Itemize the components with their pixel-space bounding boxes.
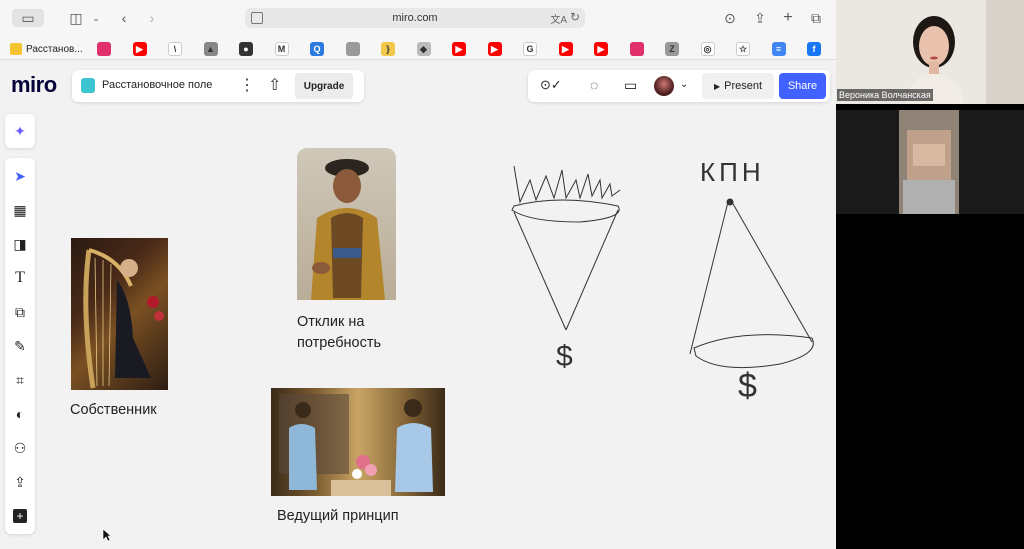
kpn-label[interactable]: КПН — [700, 159, 765, 185]
export-icon[interactable]: ⇧ — [268, 75, 281, 95]
present-button[interactable]: ▶ Present — [702, 73, 774, 99]
play-icon: ▶ — [713, 81, 721, 91]
dollar-right-label[interactable]: $ — [738, 369, 757, 403]
board-menu: Расстановочное поле ⋮ ⇧ Upgrade — [72, 70, 364, 102]
browser-titlebar: ▭ ◫ ⌄ ‹ › miro.com 文A ↻ ⊙ ⇪ + ⧉ — [0, 0, 836, 38]
youtube-icon[interactable]: ▶ — [132, 42, 147, 56]
address-bar[interactable]: miro.com 文A ↻ — [245, 8, 585, 28]
tool-sidebar: ➤ ▦ ◨ T ⧉ ✎ ⌗ ◐ ⚇ ⇪ + — [5, 158, 35, 534]
share-page-icon[interactable]: ⇪ — [752, 9, 768, 27]
more-options-icon[interactable]: ⋮ — [239, 75, 255, 95]
facebook-icon[interactable]: f — [807, 42, 821, 56]
text-icon[interactable]: T — [10, 268, 30, 288]
new-tab-icon[interactable]: + — [780, 9, 796, 27]
pen-icon[interactable]: ✎ — [10, 336, 30, 356]
chevron-down-icon[interactable]: ⌄ — [680, 79, 688, 90]
tab-overview-icon[interactable]: ▭ — [12, 9, 44, 27]
shapes-icon[interactable]: ⧉ — [10, 302, 30, 322]
palette-icon[interactable]: ◐ — [10, 404, 30, 424]
dollar-left-label[interactable]: $ — [556, 342, 573, 372]
sticky-note-icon[interactable]: ◨ — [10, 234, 30, 254]
docs-icon[interactable]: ≡ — [771, 42, 786, 56]
bookmark-first[interactable]: Расстанов... — [10, 41, 83, 57]
miro-favicon-icon — [10, 43, 22, 55]
chat-icon[interactable]: ◌ — [590, 77, 598, 93]
youtube-icon[interactable]: ▶ — [452, 42, 466, 56]
video-call-icon[interactable]: ▭ — [624, 77, 637, 94]
reload-icon[interactable]: ↻ — [570, 10, 580, 24]
frame-icon[interactable]: ⌗ — [10, 370, 30, 390]
reactions-icon[interactable]: ⊙✓ — [540, 77, 562, 93]
youtube-icon[interactable]: ▶ — [487, 42, 502, 56]
avatar[interactable] — [654, 76, 674, 96]
templates-icon[interactable]: ▦ — [10, 200, 30, 220]
present-label: Present — [724, 80, 763, 92]
url-text: miro.com — [392, 12, 438, 24]
add-more-icon[interactable]: + — [10, 506, 30, 526]
bookmarks-bar: Расстанов... ▶ \ ▲ ● M Q} ◆ ▶ ▶ G ▶ ▶ Z ◎ ☆ ≡ f — [0, 38, 836, 60]
target-icon[interactable]: ◎ — [700, 42, 715, 56]
circle-icon[interactable]: ● — [239, 42, 253, 56]
apps-icon[interactable]: ⚇ — [10, 438, 30, 458]
bookmark-first-label: Расстанов... — [26, 43, 83, 55]
gmail-icon[interactable]: M — [274, 42, 289, 56]
z-icon[interactable]: Z — [665, 42, 679, 56]
q-icon[interactable]: Q — [310, 42, 324, 56]
translate-icon[interactable]: 文A — [550, 11, 567, 26]
kpn-cone-drawing — [689, 198, 814, 369]
board-name[interactable]: Расстановочное поле — [102, 79, 212, 91]
share-button[interactable]: Share — [779, 73, 826, 99]
video-call-panel: Вероника Волчанская — [836, 0, 1024, 549]
slash-icon[interactable]: \ — [168, 42, 182, 56]
grey-square-icon[interactable] — [345, 42, 360, 56]
chevron-down-icon[interactable]: ⌄ — [90, 9, 102, 27]
sidebar-toggle-icon[interactable]: ◫ — [66, 9, 86, 27]
bracket-icon[interactable]: } — [381, 42, 395, 56]
board-canvas[interactable]: Собственник Отклик на потребность Ведущи… — [40, 110, 836, 549]
mouse-cursor-icon — [102, 528, 112, 542]
youtube-icon[interactable]: ▶ — [594, 42, 608, 56]
participant-1-name: Вероника Волчанская — [837, 89, 933, 101]
diamond-icon[interactable]: ◆ — [416, 42, 431, 56]
mountain-icon[interactable]: ▲ — [203, 42, 218, 56]
instagram-icon[interactable] — [629, 42, 644, 56]
board-icon — [81, 78, 95, 93]
ai-toolbox: ✦ — [5, 114, 35, 148]
back-icon[interactable]: ‹ — [116, 9, 132, 27]
google-icon[interactable]: G — [523, 42, 537, 56]
browser-window: ▭ ◫ ⌄ ‹ › miro.com 文A ↻ ⊙ ⇪ + ⧉ Расстано… — [0, 0, 836, 549]
miro-topbar: miro Расстановочное поле ⋮ ⇧ Upgrade ⊙✓ … — [0, 60, 836, 110]
select-cursor-icon[interactable]: ➤ — [10, 166, 30, 186]
forward-icon[interactable]: › — [144, 9, 160, 27]
participant-2-video — [899, 110, 959, 214]
tabs-icon[interactable]: ⧉ — [808, 9, 824, 27]
upload-icon[interactable]: ⇪ — [10, 472, 30, 492]
miro-logo[interactable]: miro — [11, 72, 57, 98]
site-settings-icon[interactable] — [251, 12, 263, 24]
download-icon[interactable]: ⊙ — [722, 9, 738, 27]
upgrade-button[interactable]: Upgrade — [295, 73, 353, 99]
collaboration-toolbar: ⊙✓ ◌ ▭ ⌄ ▶ Present Share — [528, 70, 830, 102]
sparkle-icon[interactable]: ✦ — [10, 121, 30, 141]
star-icon[interactable]: ☆ — [736, 42, 750, 56]
youtube-icon[interactable]: ▶ — [558, 42, 573, 56]
crown-cone-drawing — [511, 165, 621, 331]
instagram-icon[interactable] — [97, 42, 111, 56]
participant-tile-1[interactable]: Вероника Волчанская — [836, 0, 1024, 104]
participant-tile-2[interactable] — [836, 110, 1024, 214]
